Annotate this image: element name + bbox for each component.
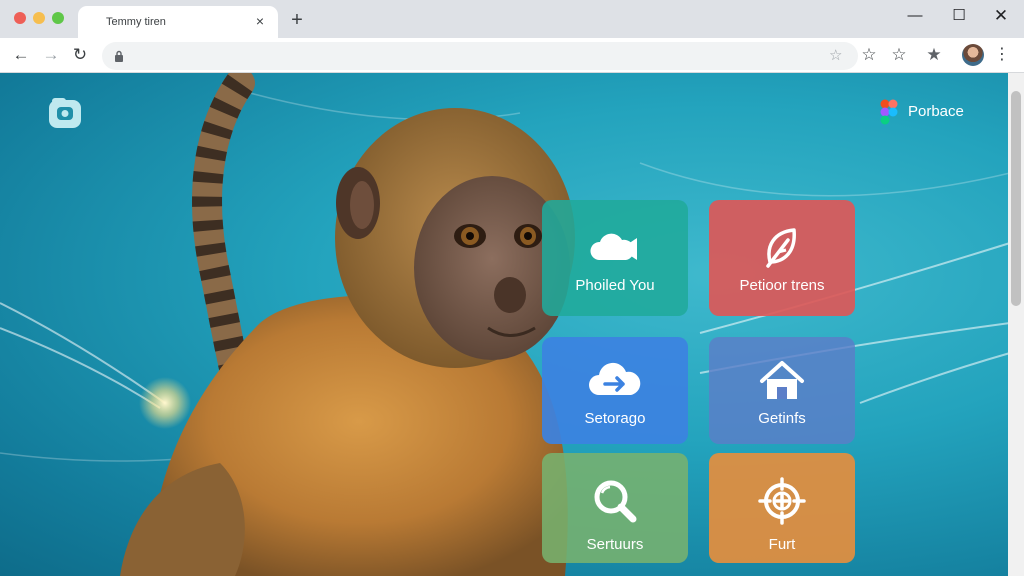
address-bar[interactable]: ☆ — [102, 42, 858, 70]
cloud-upload-icon — [589, 362, 641, 395]
tile-furt[interactable]: Furt — [709, 453, 855, 563]
monkey-background-image — [0, 73, 1011, 576]
house-icon — [760, 361, 804, 399]
star-filled-icon[interactable]: ★ — [923, 44, 945, 66]
vertical-scrollbar[interactable] — [1008, 73, 1024, 576]
leaf-pen-icon — [766, 228, 796, 268]
tab-close-icon[interactable]: × — [252, 13, 268, 29]
app-logo-icon — [49, 98, 81, 128]
new-tab-button[interactable]: + — [286, 9, 308, 31]
forward-arrow-icon[interactable]: → — [38, 42, 64, 68]
figma-icon — [880, 99, 898, 125]
magnifier-icon — [594, 480, 637, 523]
tile-setorago[interactable]: Setorago — [542, 337, 688, 444]
browser-tab-active[interactable]: Temmy tiren × — [78, 6, 278, 38]
tile-label: Furt — [768, 536, 796, 553]
tile-label: Setorago — [584, 410, 646, 427]
star-outline-icon[interactable]: ☆ — [858, 44, 880, 66]
profile-avatar[interactable] — [962, 44, 984, 66]
tile-label: Getinfs — [758, 410, 806, 427]
tile-label: Petioor trens — [739, 277, 825, 294]
reload-icon[interactable]: ↻ — [67, 42, 93, 68]
minimize-window-dot[interactable] — [33, 12, 45, 24]
kebab-menu-icon[interactable]: ⋮ — [994, 44, 1010, 66]
tile-label: Phoiled You — [575, 277, 655, 294]
tile-petioor-trens[interactable]: Petioor trens — [709, 200, 855, 316]
zoom-window-dot[interactable] — [52, 12, 64, 24]
page-content: Porbace Phoiled You Petioor trens Setora… — [0, 73, 1024, 576]
tab-title: Temmy tiren — [106, 16, 166, 28]
bookmark-star-icon[interactable]: ☆ — [829, 47, 842, 65]
minimize-button[interactable]: — — [902, 5, 928, 27]
lock-icon — [115, 50, 123, 62]
star-outline-icon-2[interactable]: ☆ — [888, 44, 910, 66]
tab-strip: Temmy tiren × + — ☐ ✕ — [0, 0, 1024, 38]
tile-sertuurs[interactable]: Sertuurs — [542, 453, 688, 563]
cloud-video-icon — [590, 233, 637, 260]
tile-label: Sertuurs — [586, 536, 644, 553]
crosshair-icon — [758, 477, 806, 525]
maximize-button[interactable]: ☐ — [946, 5, 972, 27]
scrollbar-thumb[interactable] — [1011, 91, 1021, 306]
back-arrow-icon[interactable]: ← — [8, 42, 34, 68]
tile-getinfs[interactable]: Getinfs — [709, 337, 855, 444]
brand-label: Porbace — [908, 103, 964, 120]
close-window-dot[interactable] — [14, 12, 26, 24]
tile-phoiled-you[interactable]: Phoiled You — [542, 200, 688, 316]
browser-toolbar: ← → ↻ ☆ ☆ ☆ ★ ⋮ — [0, 38, 1024, 73]
close-button[interactable]: ✕ — [988, 5, 1014, 27]
